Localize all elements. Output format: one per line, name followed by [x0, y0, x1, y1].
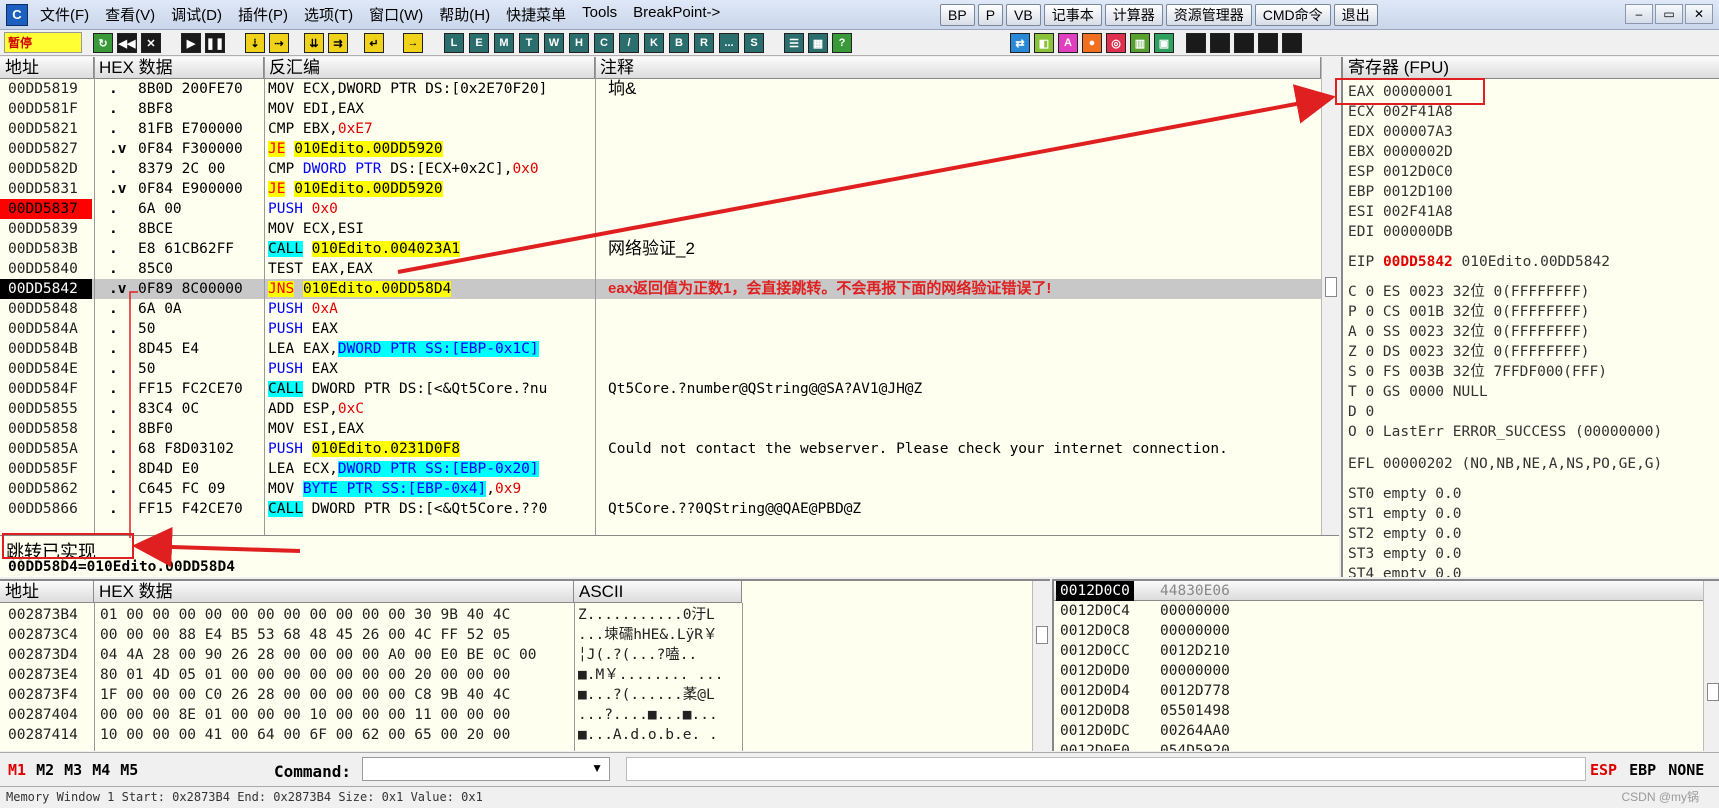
- arrow-to-jump-taken: [132, 527, 301, 567]
- annotation-arrows: [129, 84, 1336, 567]
- jump-line: [129, 291, 138, 538]
- arrow-to-eax: [397, 84, 1336, 274]
